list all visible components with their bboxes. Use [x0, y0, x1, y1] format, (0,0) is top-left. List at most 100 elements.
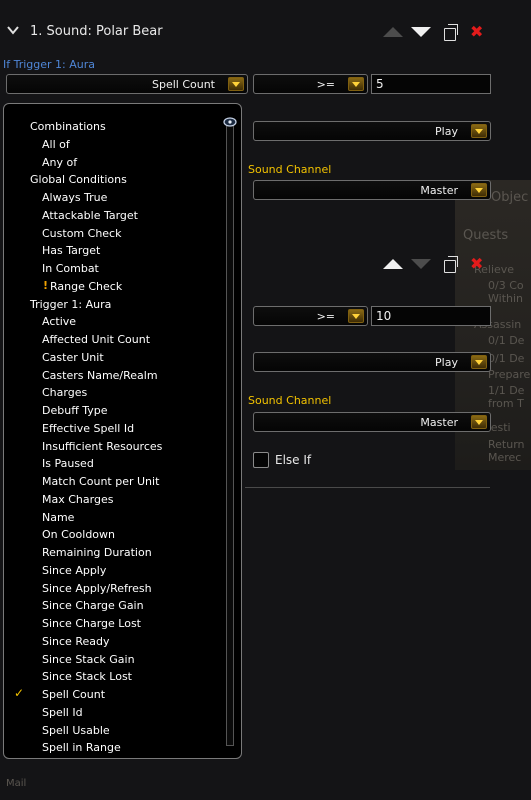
- condition-title: 1. Sound: Polar Bear: [30, 24, 163, 39]
- menu-option[interactable]: Since Charge Gain: [4, 597, 219, 615]
- bg-quest-line: 0/1 De: [488, 352, 525, 365]
- menu-item-label: Spell Count: [42, 688, 106, 701]
- menu-item-label: Remaining Duration: [42, 546, 152, 559]
- delete-icon[interactable]: ✖: [470, 22, 483, 41]
- operator-value: >=: [316, 78, 335, 91]
- menu-option[interactable]: Always True: [4, 189, 219, 207]
- menu-item-label: Trigger 1: Aura: [30, 297, 112, 311]
- menu-item-label: Since Charge Lost: [42, 617, 141, 630]
- menu-option[interactable]: Is Paused: [4, 455, 219, 473]
- sound-channel-label: Sound Channel: [248, 163, 332, 176]
- menu-option[interactable]: Since Apply: [4, 562, 219, 580]
- value-input[interactable]: 10: [371, 306, 491, 326]
- menu-option[interactable]: Caster Unit: [4, 349, 219, 367]
- menu-item-label: Charges: [42, 386, 88, 400]
- dropdown-arrow-icon[interactable]: [471, 124, 487, 138]
- menu-option[interactable]: Casters Name/Realm: [4, 367, 219, 385]
- menu-item-label: Debuff Type: [42, 404, 108, 417]
- menu-option[interactable]: Attackable Target: [4, 207, 219, 225]
- trigger-label: If Trigger 1: Aura: [3, 58, 96, 71]
- menu-item-label: Max Charges: [42, 492, 114, 506]
- action-dropdown[interactable]: Play: [253, 352, 491, 372]
- dropdown-arrow-icon[interactable]: [471, 415, 487, 429]
- menu-option[interactable]: Since Stack Lost: [4, 668, 219, 686]
- menu-item-label: Custom Check: [42, 226, 122, 240]
- duplicate-icon[interactable]: [444, 24, 458, 41]
- value-input[interactable]: 5: [371, 74, 491, 94]
- dropdown-arrow-icon[interactable]: [471, 183, 487, 197]
- operator-dropdown[interactable]: >=: [253, 74, 368, 94]
- menu-option[interactable]: Remaining Duration: [4, 544, 219, 562]
- bg-mail-text: Mail: [6, 778, 27, 789]
- bg-quests-text: Quests: [463, 228, 509, 243]
- property-value: Spell Count: [151, 78, 215, 91]
- menu-option[interactable]: Has Target: [4, 242, 219, 260]
- property-dropdown-menu: Combinations All of Any of Global Condition…: [3, 103, 242, 759]
- menu-option[interactable]: Active: [4, 313, 219, 331]
- menu-option[interactable]: All of: [4, 136, 219, 154]
- menu-item-label: Combinations: [30, 120, 106, 133]
- bg-quest-line: 0/1 De: [488, 334, 525, 347]
- dropdown-arrow-icon[interactable]: [228, 77, 244, 91]
- move-down-icon[interactable]: [411, 259, 431, 269]
- action-dropdown[interactable]: Play: [253, 121, 491, 141]
- menu-option[interactable]: Max Charges: [4, 491, 219, 509]
- else-if-label: Else If: [275, 453, 312, 467]
- menu-option[interactable]: Since Ready: [4, 633, 219, 651]
- menu-item-label: Active: [42, 315, 77, 329]
- menu-option[interactable]: Spell in Range: [4, 739, 219, 757]
- bg-quest-line: 1/1 De: [488, 384, 525, 397]
- menu-option[interactable]: Name: [4, 509, 219, 527]
- move-up-icon[interactable]: [383, 259, 403, 269]
- menu-item-label: Since Stack Lost: [42, 670, 132, 684]
- menu-item-label: Attackable Target: [42, 208, 138, 222]
- menu-option[interactable]: ✓ Spell Count: [4, 686, 219, 704]
- move-up-icon[interactable]: [383, 27, 403, 37]
- else-if-checkbox[interactable]: [253, 452, 269, 468]
- menu-item-label: Global Conditions: [30, 173, 127, 187]
- sound-channel-dropdown[interactable]: Master: [253, 412, 491, 432]
- property-dropdown[interactable]: Spell Count: [6, 74, 248, 94]
- menu-item-label: Name: [42, 510, 75, 524]
- menu-option[interactable]: Spell Id: [4, 704, 219, 722]
- menu-option[interactable]: Affected Unit Count: [4, 331, 219, 349]
- menu-scrollbar[interactable]: [226, 122, 234, 746]
- menu-item-label: Effective Spell Id: [42, 421, 135, 435]
- delete-icon[interactable]: ✖: [470, 254, 483, 273]
- operator-value: >=: [316, 310, 335, 323]
- sound-channel-dropdown[interactable]: Master: [253, 180, 491, 200]
- menu-option[interactable]: In Combat: [4, 260, 219, 278]
- menu-option[interactable]: Any of: [4, 154, 219, 172]
- operator-dropdown[interactable]: >=: [253, 306, 368, 326]
- menu-option[interactable]: Match Count per Unit: [4, 473, 219, 491]
- move-down-icon[interactable]: [411, 27, 431, 37]
- duplicate-icon[interactable]: [444, 256, 458, 273]
- menu-option[interactable]: Custom Check: [4, 225, 219, 243]
- menu-item-label: Spell in Range: [42, 741, 121, 755]
- menu-option[interactable]: Since Apply/Refresh: [4, 580, 219, 598]
- menu-option[interactable]: Since Charge Lost: [4, 615, 219, 633]
- menu-item-label: Match Count per Unit: [42, 475, 160, 488]
- scroll-thumb-icon[interactable]: [223, 113, 237, 127]
- dropdown-arrow-icon[interactable]: [471, 355, 487, 369]
- menu-item-label: Since Charge Gain: [42, 599, 144, 613]
- menu-option[interactable]: Insufficient Resources: [4, 438, 219, 456]
- menu-option[interactable]: Since Stack Gain: [4, 651, 219, 669]
- menu-option[interactable]: On Cooldown: [4, 526, 219, 544]
- bg-objectives-text: Objec: [491, 190, 529, 205]
- menu-item-label: Casters Name/Realm: [42, 368, 158, 382]
- collapse-chevron-icon[interactable]: [7, 24, 19, 38]
- menu-option[interactable]: Debuff Type: [4, 402, 219, 420]
- menu-option[interactable]: Spell Usable: [4, 722, 219, 740]
- bg-quest-line: Within: [488, 292, 524, 305]
- bg-quest-line: 0/3 Co: [488, 279, 524, 292]
- dropdown-arrow-icon[interactable]: [348, 77, 364, 91]
- menu-option[interactable]: Effective Spell Id: [4, 420, 219, 438]
- menu-item-label: Since Apply/Refresh: [42, 581, 152, 595]
- checkmark-icon: ✓: [14, 686, 25, 700]
- menu-item-label: Since Apply: [42, 563, 107, 577]
- dropdown-arrow-icon[interactable]: [348, 309, 364, 323]
- menu-option[interactable]: ! Range Check: [4, 278, 219, 296]
- action-value: Play: [435, 125, 458, 138]
- menu-option[interactable]: Charges: [4, 384, 219, 402]
